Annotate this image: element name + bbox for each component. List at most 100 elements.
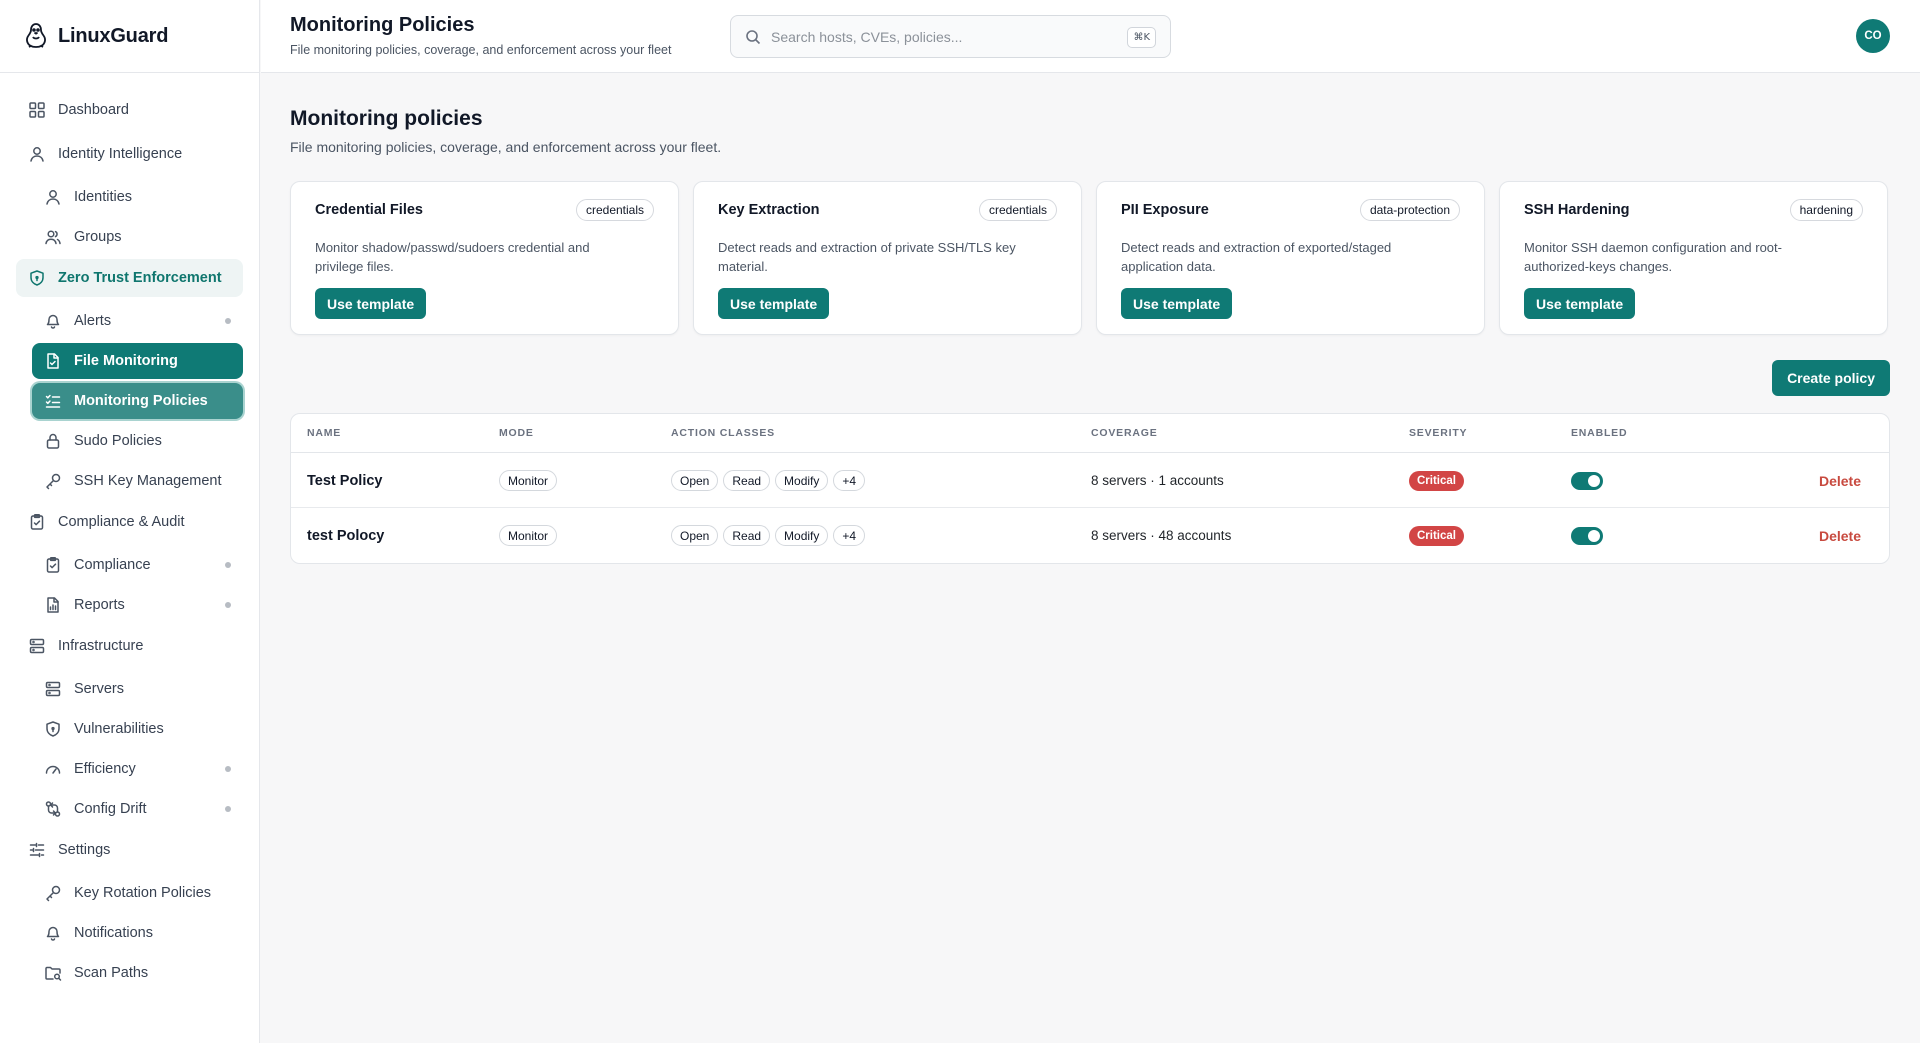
- sidebar-item-infrastructure[interactable]: Infrastructure: [16, 627, 243, 665]
- sidebar-item-label: Servers: [74, 681, 124, 697]
- report-icon: [44, 596, 62, 614]
- create-policy-button[interactable]: Create policy: [1772, 360, 1890, 396]
- severity-badge: Critical: [1409, 525, 1464, 546]
- git-compare-icon: [44, 800, 62, 818]
- policy-templates: Credential Files credentials Monitor shado…: [290, 181, 1890, 335]
- status-dot: [225, 602, 231, 608]
- sidebar-item-efficiency[interactable]: Efficiency: [32, 751, 243, 787]
- delete-button[interactable]: Delete: [1819, 528, 1861, 544]
- sidebar-item-zero-trust-enforcement[interactable]: Zero Trust Enforcement: [16, 259, 243, 297]
- sidebar-item-label: Key Rotation Policies: [74, 885, 212, 901]
- use-template-button[interactable]: Use template: [315, 288, 427, 319]
- folder-search-icon: [44, 964, 62, 982]
- mode-pill: Monitor: [499, 525, 558, 546]
- template-description: Detect reads and extraction of exported/…: [1121, 240, 1392, 274]
- template-tag: credentials: [978, 199, 1057, 221]
- template-card: SSH Hardening hardening Monitor SSH daemon…: [1499, 181, 1888, 335]
- sidebar-item-dashboard[interactable]: Dashboard: [16, 91, 243, 129]
- sidebar-item-label: Zero Trust Enforcement: [58, 270, 222, 286]
- header-subtitle: File monitoring policies, coverage, and …: [290, 43, 672, 57]
- sidebar-item-label: Notifications: [74, 925, 153, 941]
- sidebar: LinuxGuard Dashboard Identity Intelligenc…: [0, 0, 260, 1043]
- sidebar-item-monitoring-policies[interactable]: Monitoring Policies: [32, 383, 243, 419]
- sidebar-item-label: Infrastructure: [58, 638, 144, 654]
- search-shortcut-badge: ⌘K: [1127, 27, 1156, 48]
- sidebar-item-label: Sudo Policies: [74, 433, 162, 449]
- sidebar-item-label: Efficiency: [74, 761, 136, 777]
- sidebar-item-label: Alerts: [74, 313, 112, 329]
- user-icon: [44, 188, 62, 206]
- action-class-pill: Read: [723, 470, 771, 491]
- column-header: ENABLED: [1571, 427, 1628, 439]
- template-tag: data-protection: [1359, 199, 1460, 221]
- action-class-pill: Modify: [775, 470, 829, 491]
- sidebar-nav: Dashboard Identity Intelligence Identities…: [0, 73, 259, 991]
- sidebar-item-alerts[interactable]: Alerts: [32, 303, 243, 339]
- sidebar-item-scan-paths[interactable]: Scan Paths: [32, 955, 243, 991]
- key-icon: [44, 472, 62, 490]
- table-row[interactable]: test Polocy Monitor Open Read Modify +4 8 serv…: [291, 508, 1889, 563]
- sidebar-item-reports[interactable]: Reports: [32, 587, 243, 623]
- sidebar-item-compliance-and-audit[interactable]: Compliance & Audit: [16, 503, 243, 541]
- brand[interactable]: LinuxGuard: [0, 0, 259, 73]
- sidebar-item-groups[interactable]: Groups: [32, 219, 243, 255]
- sidebar-item-sudo-policies[interactable]: Sudo Policies: [32, 423, 243, 459]
- sidebar-item-label: Scan Paths: [74, 965, 149, 981]
- header-title: Monitoring Policies: [290, 14, 475, 36]
- sidebar-item-ssh-key-management[interactable]: SSH Key Management: [32, 463, 243, 499]
- shield-icon: [28, 269, 46, 287]
- policy-name[interactable]: test Polocy: [307, 528, 384, 544]
- user-avatar[interactable]: CO: [1856, 19, 1890, 53]
- sliders-icon: [28, 841, 46, 859]
- column-header: NAME: [307, 427, 342, 439]
- file-icon: [44, 352, 62, 370]
- column-header: ACTION CLASSES: [671, 427, 775, 439]
- sidebar-item-identities[interactable]: Identities: [32, 179, 243, 215]
- sidebar-item-notifications[interactable]: Notifications: [32, 915, 243, 951]
- delete-button[interactable]: Delete: [1819, 473, 1861, 489]
- template-card: Credential Files credentials Monitor shado…: [290, 181, 679, 335]
- column-header: COVERAGE: [1091, 427, 1158, 439]
- lock-icon: [44, 432, 62, 450]
- sidebar-item-settings[interactable]: Settings: [16, 831, 243, 869]
- penguin-logo-icon: [22, 21, 50, 51]
- sidebar-item-servers[interactable]: Servers: [32, 671, 243, 707]
- sidebar-item-label: Settings: [58, 842, 111, 858]
- global-search[interactable]: ⌘K: [730, 15, 1171, 58]
- policies-table: NAME MODE ACTION CLASSES COVERAGE SEVERITY EN…: [290, 413, 1890, 564]
- search-input[interactable]: [771, 28, 1101, 45]
- template-card: PII Exposure data-protection Detect reads …: [1096, 181, 1485, 335]
- sidebar-item-compliance[interactable]: Compliance: [32, 547, 243, 583]
- sidebar-item-label: Vulnerabilities: [74, 721, 164, 737]
- enabled-toggle[interactable]: [1571, 526, 1603, 545]
- top-header: Monitoring Policies File monitoring poli…: [261, 0, 1920, 73]
- use-template-button[interactable]: Use template: [718, 288, 830, 319]
- column-header: MODE: [499, 427, 534, 439]
- sidebar-item-label: Compliance: [74, 557, 151, 573]
- sidebar-item-identity-intelligence[interactable]: Identity Intelligence: [16, 135, 243, 173]
- table-row[interactable]: Test Policy Monitor Open Read Modify +4 8 serv…: [291, 453, 1889, 508]
- enabled-toggle[interactable]: [1571, 471, 1603, 490]
- use-template-button[interactable]: Use template: [1524, 288, 1636, 319]
- sidebar-item-file-monitoring[interactable]: File Monitoring: [32, 343, 243, 379]
- search-icon: [745, 29, 761, 45]
- sidebar-item-key-rotation-policies[interactable]: Key Rotation Policies: [32, 875, 243, 911]
- template-description: Detect reads and extraction of private S…: [718, 240, 1016, 274]
- list-check-icon: [44, 392, 62, 410]
- gauge-icon: [44, 760, 62, 778]
- sidebar-item-label: Identity Intelligence: [58, 146, 183, 162]
- action-class-pill: +4: [833, 525, 866, 546]
- template-tag: credentials: [575, 199, 654, 221]
- sidebar-item-vulnerabilities[interactable]: Vulnerabilities: [32, 711, 243, 747]
- clipboard-icon: [44, 556, 62, 574]
- template-card: Key Extraction credentials Detect reads an…: [693, 181, 1082, 335]
- use-template-button[interactable]: Use template: [1121, 288, 1233, 319]
- page-title: Monitoring policies: [290, 107, 483, 130]
- policy-name[interactable]: Test Policy: [307, 473, 382, 489]
- action-class-pill: Open: [671, 525, 719, 546]
- action-class-pill: +4: [833, 470, 866, 491]
- table-body: Test Policy Monitor Open Read Modify +4 8 serv…: [291, 453, 1889, 563]
- clipboard-icon: [28, 513, 46, 531]
- status-dot: [225, 806, 231, 812]
- sidebar-item-config-drift[interactable]: Config Drift: [32, 791, 243, 827]
